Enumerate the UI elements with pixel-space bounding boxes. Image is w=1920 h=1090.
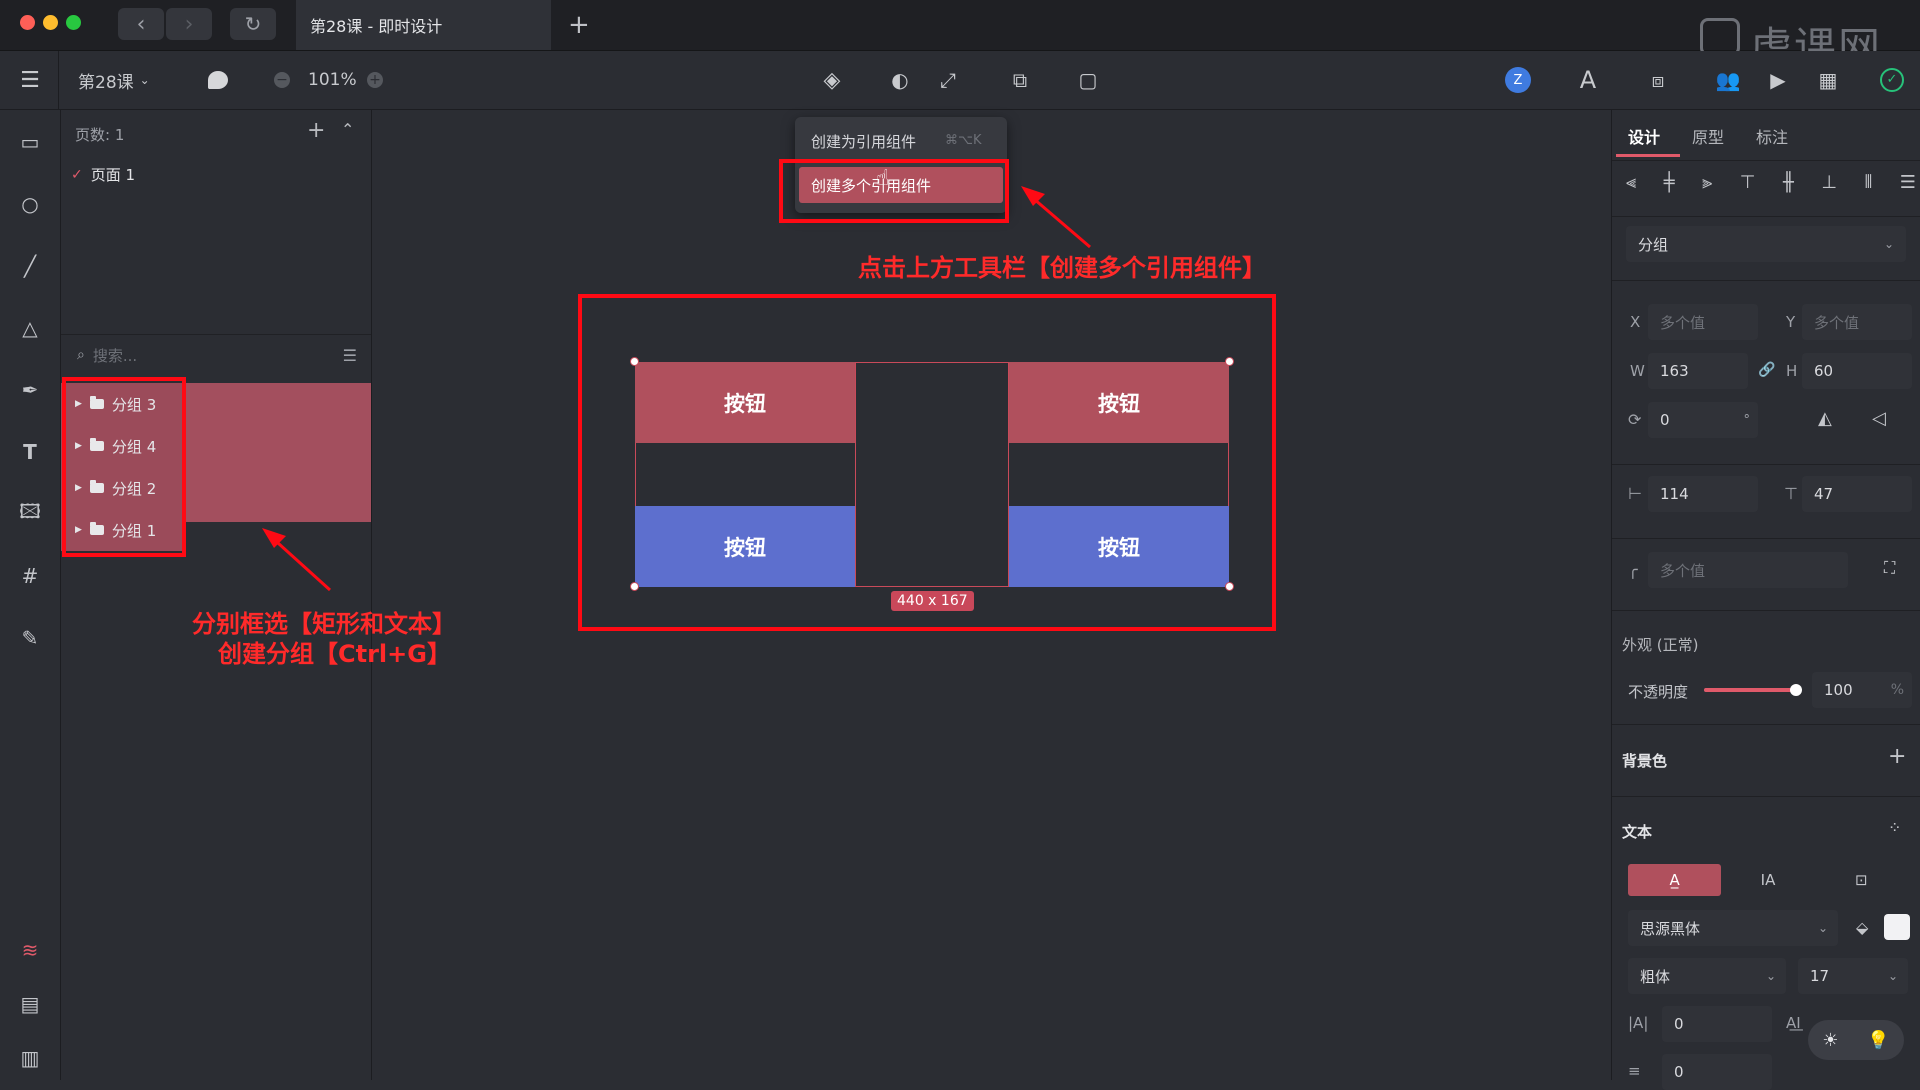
paragraph-spacing-icon: ≡: [1628, 1062, 1641, 1080]
line-height-icon: A͟I: [1786, 1014, 1801, 1032]
annotation-top: 点击上方工具栏【创建多个引用组件】: [858, 254, 1266, 282]
font-family-value: 思源黑体: [1640, 919, 1701, 938]
rotation-input[interactable]: 0 °: [1648, 402, 1758, 438]
flip-horizontal-icon[interactable]: ◭: [1818, 408, 1832, 429]
annotation-left-line2: 创建分组【Ctrl+G】: [218, 640, 451, 668]
align-left-icon[interactable]: ⫷: [1626, 172, 1636, 193]
fill-icon[interactable]: ⬙: [1856, 918, 1868, 937]
tab-prototype[interactable]: 原型: [1692, 124, 1724, 148]
align-top-icon[interactable]: ⊤: [1740, 172, 1756, 193]
rotation-unit: °: [1743, 412, 1751, 428]
corner-radius-value: 多个值: [1660, 561, 1706, 580]
align-right-icon[interactable]: ⫸: [1702, 172, 1712, 193]
arrow-head: [1021, 186, 1045, 206]
text-resize-mode: A̲ IA ⊡: [1628, 864, 1908, 896]
inspector-panel: 设计 原型 标注 ⫷ ╪ ⫸ ⊤ ╫ ⊥ ⫴ ☰ 分组 ⌄ X 多个值 Y 多个…: [1611, 110, 1920, 1090]
letter-spacing-input[interactable]: 0: [1662, 1006, 1772, 1042]
opacity-slider[interactable]: [1704, 684, 1802, 696]
horizontal-spacing-value: 114: [1660, 485, 1689, 503]
link-icon[interactable]: 🔗: [1758, 362, 1775, 378]
x-value: 多个值: [1660, 313, 1706, 332]
vertical-spacing-value: 47: [1814, 485, 1834, 503]
opacity-unit: %: [1890, 682, 1904, 698]
rotation-value: 0: [1660, 411, 1670, 429]
divider: [1612, 160, 1920, 161]
paragraph-spacing-value: 0: [1674, 1063, 1684, 1081]
distribute-v-icon[interactable]: ☰: [1900, 172, 1916, 193]
auto-height-icon[interactable]: IA: [1721, 864, 1814, 896]
opacity-slider-thumb[interactable]: [1790, 684, 1802, 696]
font-size-select[interactable]: 17 ⌄: [1798, 958, 1908, 994]
font-weight-select[interactable]: 粗体 ⌄: [1628, 958, 1786, 994]
text-color-swatch[interactable]: [1884, 914, 1910, 940]
divider: [1612, 538, 1920, 539]
distribute-h-icon[interactable]: ⫴: [1865, 172, 1873, 193]
auto-width-icon[interactable]: A̲: [1628, 864, 1722, 896]
horizontal-spacing-input[interactable]: 114: [1648, 476, 1758, 512]
background-section-title: 背景色: [1622, 752, 1668, 770]
rotation-icon: ⟳: [1628, 410, 1642, 429]
align-middle-icon[interactable]: ╫: [1783, 172, 1794, 193]
align-toolbar: ⫷ ╪ ⫸ ⊤ ╫ ⊥ ⫴ ☰: [1626, 172, 1916, 193]
sun-icon[interactable]: ☀: [1822, 1030, 1838, 1051]
corner-radius-icon: ╭: [1628, 560, 1638, 579]
font-weight-value: 粗体: [1640, 967, 1671, 986]
text-style-icon[interactable]: ⁘: [1888, 818, 1901, 837]
lightbulb-icon[interactable]: 💡: [1867, 1030, 1889, 1051]
help-pill[interactable]: ☀ 💡: [1808, 1020, 1904, 1060]
tab-indicator: [1616, 154, 1680, 157]
h-input[interactable]: 60: [1802, 353, 1912, 389]
flip-vertical-icon[interactable]: ◁: [1872, 408, 1886, 429]
x-label: X: [1630, 313, 1641, 331]
divider: [1612, 464, 1920, 465]
opacity-value: 100: [1824, 681, 1853, 699]
y-label: Y: [1786, 313, 1796, 331]
text-section-title: 文本: [1622, 823, 1653, 841]
letter-spacing-icon: |A|: [1628, 1014, 1649, 1032]
y-input[interactable]: 多个值: [1802, 304, 1912, 340]
opacity-slider-fill: [1704, 688, 1796, 692]
fixed-size-icon[interactable]: ⊡: [1815, 864, 1908, 896]
divider: [1612, 724, 1920, 725]
w-label: W: [1630, 362, 1645, 380]
vertical-spacing-icon: ⊤: [1784, 484, 1798, 503]
w-input[interactable]: 163: [1648, 353, 1748, 389]
divider: [1612, 280, 1920, 281]
paragraph-spacing-input[interactable]: 0: [1662, 1054, 1772, 1090]
font-family-select[interactable]: 思源黑体 ⌄: [1628, 910, 1838, 946]
divider: [1612, 216, 1920, 217]
layer-type-value: 分组: [1638, 235, 1669, 254]
w-value: 163: [1660, 362, 1689, 380]
font-size-value: 17: [1810, 967, 1830, 985]
chevron-down-icon: ⌄: [1817, 921, 1828, 935]
x-input[interactable]: 多个值: [1648, 304, 1758, 340]
divider: [1612, 796, 1920, 797]
add-background-button[interactable]: +: [1888, 744, 1906, 769]
corner-radius-input[interactable]: 多个值: [1648, 552, 1848, 588]
independent-corners-icon[interactable]: ⛶: [1884, 558, 1895, 578]
chevron-down-icon: ⌄: [1765, 969, 1776, 983]
y-value: 多个值: [1814, 313, 1860, 332]
h-value: 60: [1814, 362, 1834, 380]
h-label: H: [1786, 362, 1798, 380]
align-bottom-icon[interactable]: ⊥: [1821, 172, 1837, 193]
align-center-h-icon[interactable]: ╪: [1664, 172, 1675, 193]
opacity-input[interactable]: 100 %: [1812, 672, 1912, 708]
letter-spacing-value: 0: [1674, 1015, 1684, 1033]
layer-type-select[interactable]: 分组 ⌄: [1626, 226, 1906, 262]
vertical-spacing-input[interactable]: 47: [1802, 476, 1912, 512]
opacity-label: 不透明度: [1628, 683, 1689, 701]
tab-annotation[interactable]: 标注: [1756, 124, 1788, 148]
divider: [1612, 610, 1920, 611]
chevron-down-icon: ⌄: [1887, 969, 1898, 983]
horizontal-spacing-icon: ⊢: [1628, 484, 1642, 503]
tab-design[interactable]: 设计: [1628, 124, 1660, 148]
chevron-down-icon: ⌄: [1883, 237, 1894, 251]
appearance-dropdown[interactable]: 外观 (正常): [1622, 634, 1698, 655]
